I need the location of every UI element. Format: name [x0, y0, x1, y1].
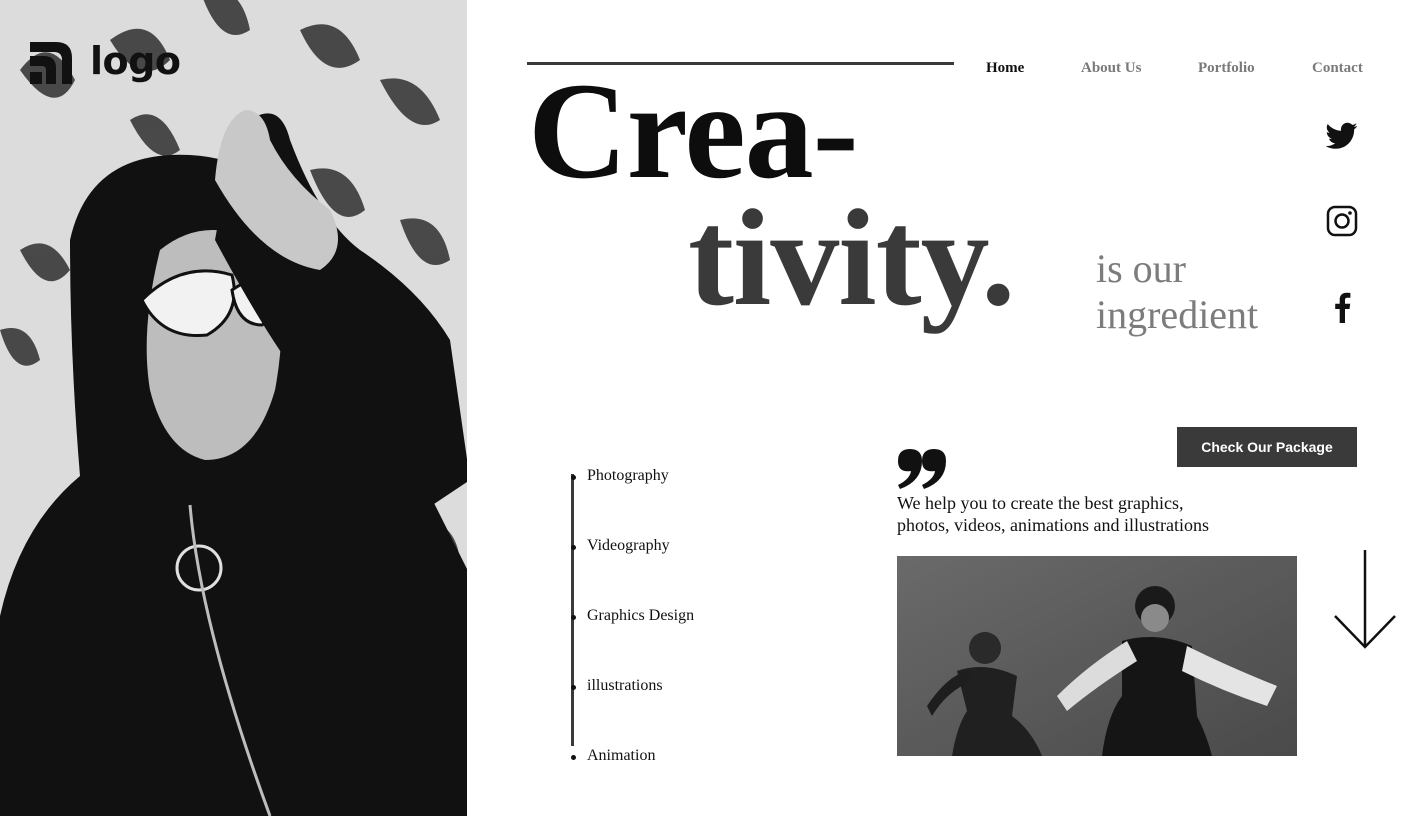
nav-item-contact[interactable]: Contact: [1312, 60, 1363, 77]
list-item[interactable]: Videography: [571, 537, 670, 555]
headline-line-1: Crea-: [528, 54, 859, 207]
bullet-dot: [571, 615, 576, 620]
quote-line-1: We help you to create the best graphics,: [897, 493, 1184, 513]
list-item[interactable]: Photography: [571, 467, 669, 485]
list-item[interactable]: Graphics Design: [571, 607, 694, 625]
quote-text: We help you to create the best graphics,…: [897, 492, 1257, 536]
check-package-button[interactable]: Check Our Package: [1177, 427, 1357, 467]
hero-photo: [0, 0, 467, 816]
subheadline-line-1: is our: [1096, 246, 1186, 291]
list-item[interactable]: Animation: [571, 747, 655, 765]
instagram-icon[interactable]: [1322, 201, 1362, 241]
service-label: Graphics Design: [587, 607, 695, 624]
logo[interactable]: logo: [26, 38, 181, 88]
twitter-icon[interactable]: [1322, 116, 1362, 156]
signal-waves-icon: [30, 42, 72, 84]
bullet-dot: [571, 755, 576, 760]
nav-item-about-us[interactable]: About Us: [1081, 60, 1141, 77]
logo-text: logo: [90, 39, 181, 83]
subheadline: is our ingredient: [1096, 246, 1258, 338]
bullet-dot: [571, 475, 576, 480]
headline-line-2: tivity.: [688, 181, 1015, 334]
list-item[interactable]: illustrations: [571, 677, 663, 695]
facebook-icon[interactable]: [1322, 287, 1362, 327]
dancers-photo: [897, 556, 1297, 756]
subheadline-line-2: ingredient: [1096, 292, 1259, 337]
nav-item-home[interactable]: Home: [986, 60, 1024, 77]
quote-line-2: photos, videos, animations and illustrat…: [897, 515, 1209, 535]
service-label: Photography: [587, 467, 669, 484]
service-label: Videography: [587, 537, 670, 554]
bullet-dot: [571, 685, 576, 690]
bullet-dot: [571, 545, 576, 550]
arrow-down-icon[interactable]: [1332, 548, 1398, 652]
quote-mark-icon: [898, 449, 946, 489]
service-label: illustrations: [587, 677, 663, 694]
service-label: Animation: [587, 747, 656, 764]
nav-item-portfolio[interactable]: Portfolio: [1198, 60, 1255, 77]
